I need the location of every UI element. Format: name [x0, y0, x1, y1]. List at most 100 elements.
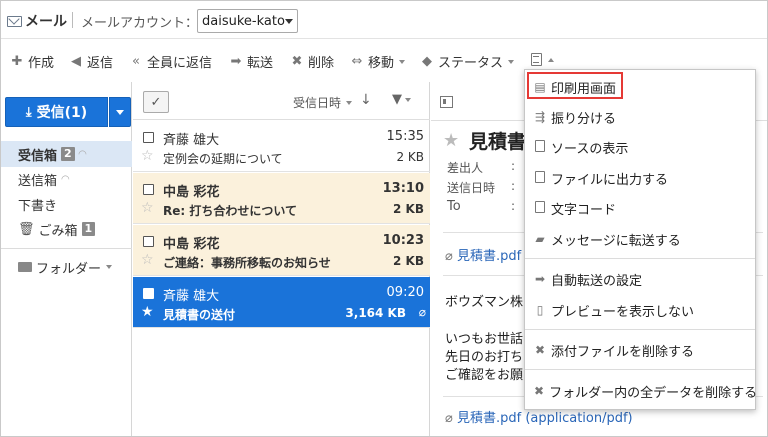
menu-item-view-source[interactable]: ソースの表示 — [525, 133, 755, 161]
mail-list-header: ✓ 受信日時 ↓ ▼ — [133, 82, 430, 120]
more-options-button[interactable] — [531, 53, 554, 66]
menu-item-label: 振り分ける — [551, 111, 617, 127]
delete-button[interactable]: ✖ 削除 — [290, 52, 334, 71]
body-text: ご確認をお願 — [445, 368, 524, 383]
sidebar-item-trash[interactable]: 🗑 ごみ箱 1 — [1, 216, 132, 242]
chevron-down-icon — [116, 109, 124, 115]
mail-time: 10:23 — [382, 233, 424, 248]
mail-row-selected[interactable]: ★ 斉藤 雄大 09:20 見積書の送付 3,164 KB ⌀ — [133, 277, 430, 328]
star-icon[interactable]: ★ — [443, 130, 459, 151]
mail-subject: 定例会の延期について — [163, 152, 283, 166]
mail-time: 15:35 — [386, 129, 424, 144]
sort-icon: ⇶ — [534, 110, 546, 124]
mail-sender: 斉藤 雄大 — [163, 133, 220, 148]
chevron-down-icon — [285, 18, 293, 24]
menu-item-sort[interactable]: ⇶ 振り分ける — [525, 103, 755, 131]
sidebar-item-drafts[interactable]: 下書き — [1, 191, 132, 217]
sidebar: ⤓ 受信(1) 受信箱 2 ◠ 送信箱 ◠ 下書き 🗑 ごみ箱 1 フォルダー — [1, 82, 132, 436]
sidebar-item-inbox[interactable]: 受信箱 2 ◠ — [1, 141, 132, 167]
reply-button[interactable]: ◀ 返信 — [69, 52, 113, 71]
mail-subject: 見積書の送付 — [163, 308, 236, 322]
chevron-down-icon — [346, 100, 353, 105]
receive-dropdown-button[interactable] — [109, 97, 131, 127]
highlight-box — [527, 72, 623, 99]
status-label: ステータス — [438, 56, 504, 71]
mail-list: ✓ 受信日時 ↓ ▼ ☆ 斉藤 雄大 15:35 定例会の延期について 2 KB… — [133, 82, 430, 436]
mail-size: 2 KB — [393, 202, 424, 216]
compose-label: 作成 — [28, 56, 55, 71]
mail-time: 13:10 — [382, 181, 424, 196]
forward-button[interactable]: ➡ 転送 — [229, 52, 273, 71]
receive-button[interactable]: ⤓ 受信(1) — [5, 97, 108, 127]
star-icon[interactable]: ☆ — [141, 200, 154, 216]
account-value: daisuke-kato — [202, 13, 285, 29]
menu-item-export-file[interactable]: ファイルに出力する — [525, 164, 755, 192]
mail-row[interactable]: ☆ 中島 彩花 10:23 ご連絡：事務所移転のお知らせ 2 KB — [133, 225, 430, 276]
panel-icon: ▯ — [536, 303, 544, 317]
mail-icon — [7, 15, 22, 27]
menu-item-label: ソースの表示 — [551, 141, 629, 157]
row-checkbox[interactable] — [143, 236, 154, 247]
paperclip-icon: ⌀ — [445, 411, 453, 426]
status-button[interactable]: ◆ ステータス — [420, 52, 515, 71]
compose-button[interactable]: ✚ 作成 — [10, 52, 54, 71]
trash-icon: 🗑 — [18, 221, 35, 237]
arrow-right-icon: ➡ — [534, 272, 546, 286]
to-colon: : — [511, 199, 516, 213]
forward-icon: ➡ — [230, 54, 242, 69]
sort-direction-icon[interactable]: ↓ — [360, 92, 372, 108]
row-checkbox[interactable] — [143, 288, 154, 299]
mail-sender: 中島 彩花 — [163, 185, 220, 200]
menu-item-delete-all-folder-data[interactable]: ✖ フォルダー内の全データを削除する — [525, 377, 757, 405]
body-text: ボウズマン株 — [445, 295, 524, 310]
chevron-down-icon — [508, 59, 515, 64]
menu-divider — [525, 369, 755, 370]
receive-label: 受信(1) — [36, 105, 88, 121]
app-title-text: メール — [25, 14, 67, 30]
menu-item-hide-preview[interactable]: ▯ プレビューを表示しない — [525, 296, 755, 324]
menu-item-auto-forward[interactable]: ➡ 自動転送の設定 — [525, 265, 755, 293]
sidebar-item-folders[interactable]: フォルダー — [1, 254, 132, 280]
check-icon: ✓ — [150, 94, 162, 110]
sort-dropdown[interactable]: 受信日時 — [293, 94, 353, 111]
row-checkbox[interactable] — [143, 184, 154, 195]
account-select[interactable]: daisuke-kato — [197, 9, 298, 33]
mail-subject: Re: 打ち合わせについて — [163, 204, 297, 218]
sidebar-item-sent[interactable]: 送信箱 ◠ — [1, 166, 132, 192]
chevron-down-icon — [399, 59, 406, 64]
plus-icon: ✚ — [11, 54, 23, 69]
date-label: 送信日時 — [447, 181, 496, 195]
folder-label: 受信箱 — [18, 148, 58, 164]
star-icon[interactable]: ☆ — [141, 252, 154, 268]
folder-label: 下書き — [18, 198, 58, 214]
menu-divider — [525, 258, 755, 259]
attachment-link[interactable]: ⌀ 見積書.pdf — [445, 245, 521, 264]
menu-divider — [525, 329, 755, 330]
menu-item-delete-attachments[interactable]: ✖ 添付ファイルを削除する — [525, 336, 755, 364]
collapse-panel-icon[interactable] — [440, 96, 453, 108]
from-label: 差出人 — [447, 161, 484, 175]
paperclip-icon: ⌀ — [445, 249, 453, 264]
menu-item-label: 文字コード — [551, 202, 617, 218]
close-icon: ✖ — [291, 54, 303, 69]
filter-button[interactable]: ▼ — [392, 92, 411, 107]
row-checkbox[interactable] — [143, 132, 154, 143]
delete-label: 削除 — [308, 56, 335, 71]
select-all-checkbox[interactable]: ✓ — [143, 91, 169, 113]
reply-all-button[interactable]: « 全員に返信 — [129, 52, 212, 71]
reply-icon: ◀ — [71, 54, 81, 69]
mail-row[interactable]: ☆ 中島 彩花 13:10 Re: 打ち合わせについて 2 KB — [133, 173, 430, 224]
close-icon: ✖ — [534, 384, 545, 398]
header: メール メールアカウント： daisuke-kato — [1, 1, 767, 39]
menu-item-forward-message[interactable]: ▰ メッセージに転送する — [525, 225, 755, 253]
mail-row[interactable]: ☆ 斉藤 雄大 15:35 定例会の延期について 2 KB — [133, 121, 430, 172]
feed-icon: ◠ — [61, 173, 70, 185]
move-button[interactable]: ⇔ 移動 — [350, 52, 406, 71]
star-icon[interactable]: ☆ — [141, 148, 154, 164]
chevron-down-icon — [405, 97, 411, 102]
mail-size: 3,164 KB — [345, 306, 406, 320]
menu-item-charset[interactable]: 文字コード — [525, 194, 755, 222]
star-icon[interactable]: ★ — [141, 304, 154, 320]
account-label: メールアカウント： — [81, 16, 199, 31]
more-options-menu: ▤ 印刷用画面 ⇶ 振り分ける ソースの表示 ファイルに出力する 文字コード ▰… — [524, 69, 757, 410]
